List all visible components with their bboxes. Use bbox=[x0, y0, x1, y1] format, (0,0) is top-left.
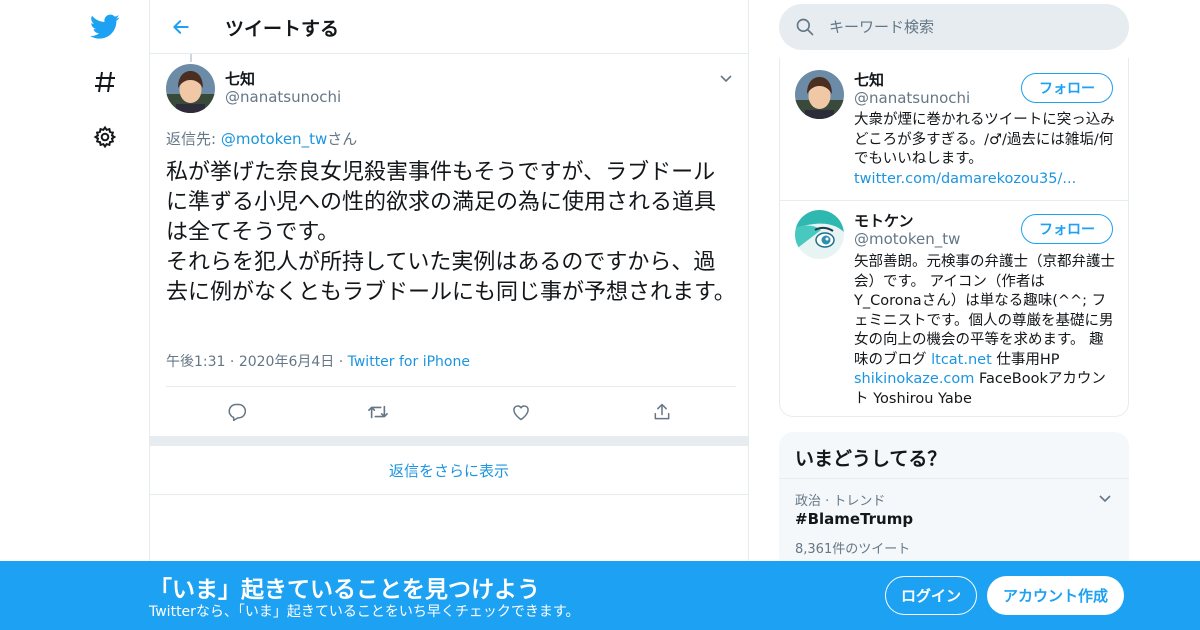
divider bbox=[779, 478, 1129, 479]
user-name[interactable]: モトケン bbox=[854, 210, 914, 231]
user-bio: 矢部善朗。元検事の弁護士（京都弁護士会）です。 アイコン（作者は Y_Coron… bbox=[854, 253, 1116, 409]
retweet-icon[interactable] bbox=[366, 400, 390, 424]
back-arrow-icon[interactable] bbox=[166, 12, 196, 42]
reply-suffix: さん bbox=[327, 130, 358, 148]
user-handle[interactable]: @nanatsunochi bbox=[854, 89, 970, 107]
trends-title: いまどうしてる？ bbox=[795, 448, 947, 470]
login-button[interactable]: ログイン bbox=[885, 576, 977, 615]
reply-icon[interactable] bbox=[225, 400, 249, 424]
tweet-source[interactable]: Twitter for iPhone bbox=[348, 354, 470, 370]
meta-separator: · bbox=[229, 354, 235, 370]
bio-link[interactable]: ltcat.net bbox=[931, 352, 992, 368]
share-icon[interactable] bbox=[650, 400, 674, 424]
trend-category: 政治 · トレンド bbox=[795, 494, 886, 509]
hashtag-icon[interactable] bbox=[85, 62, 125, 102]
search-bar[interactable] bbox=[779, 4, 1129, 50]
search-icon bbox=[795, 17, 815, 37]
divider bbox=[166, 386, 736, 387]
chevron-down-icon[interactable] bbox=[718, 70, 734, 86]
bio-text: 大衆が煙に巻かれるツイートに突っ込みどころが多すぎる。/♂/過去には雑垢/何でも… bbox=[854, 112, 1115, 167]
meta-separator: · bbox=[338, 354, 344, 370]
user-name[interactable]: 七知 bbox=[854, 69, 884, 90]
gear-icon[interactable] bbox=[85, 117, 125, 157]
bio-text: 矢部善朗。元検事の弁護士（京都弁護士会）です。 アイコン（作者は Y_Coron… bbox=[854, 254, 1115, 368]
bio-text: 仕事用HP bbox=[991, 351, 1060, 368]
user-bio: 大衆が煙に巻かれるツイートに突っ込みどころが多すぎる。/♂/過去には雑垢/何でも… bbox=[854, 111, 1116, 189]
main-header: ツイートする bbox=[150, 0, 748, 54]
author-handle[interactable]: @nanatsunochi bbox=[225, 88, 341, 106]
follow-button[interactable]: フォロー bbox=[1021, 73, 1113, 103]
reply-to: 返信先: @motoken_twさん bbox=[166, 128, 357, 149]
reply-to-link[interactable]: @motoken_tw bbox=[221, 130, 327, 148]
main-column: ツイートする 七知 @nanatsunochi 返信先: @motoken_tw… bbox=[149, 0, 749, 630]
tweet-date[interactable]: 2020年6月4日 bbox=[239, 354, 334, 370]
search-input[interactable] bbox=[829, 12, 1109, 42]
chevron-down-icon[interactable] bbox=[1097, 490, 1113, 506]
trend-count: 8,361件のツイート bbox=[795, 542, 911, 557]
banner-headline: 「いま」起きていることを見つけよう bbox=[149, 577, 540, 603]
tweet-meta: 午後1:31 · 2020年6月4日 · Twitter for iPhone bbox=[166, 351, 470, 371]
banner-subtext: Twitterなら、「いま」起きていることをいち早くチェックできます。 bbox=[149, 604, 580, 620]
follow-button[interactable]: フォロー bbox=[1021, 214, 1113, 244]
trend-name[interactable]: #BlameTrump bbox=[795, 510, 913, 528]
avatar[interactable] bbox=[795, 70, 844, 119]
avatar[interactable] bbox=[166, 64, 215, 113]
bio-link[interactable]: shikinokaze.com bbox=[854, 371, 974, 387]
thread-line bbox=[190, 54, 192, 62]
tweet-text: 私が挙げた奈良女児殺害事件もそうですが、ラブドールに準ずる小児への性的欲求の満足… bbox=[166, 160, 736, 305]
bio-link[interactable]: twitter.com/damarekozou35/... bbox=[854, 171, 1076, 187]
user-handle[interactable]: @motoken_tw bbox=[854, 230, 960, 248]
page: ツイートする 七知 @nanatsunochi 返信先: @motoken_tw… bbox=[0, 0, 1200, 630]
tweet-time[interactable]: 午後1:31 bbox=[166, 354, 225, 370]
related-users-card: 七知 @nanatsunochi フォロー 大衆が煙に巻かれるツイートに突っ込み… bbox=[779, 58, 1129, 417]
divider bbox=[780, 200, 1128, 201]
avatar[interactable] bbox=[795, 210, 844, 259]
section-divider bbox=[150, 436, 748, 446]
page-title: ツイートする bbox=[225, 18, 340, 40]
twitter-bird-icon[interactable] bbox=[85, 7, 125, 47]
signup-banner: 「いま」起きていることを見つけよう Twitterなら、「いま」起きていることを… bbox=[0, 561, 1200, 630]
signup-button[interactable]: アカウント作成 bbox=[987, 576, 1124, 615]
reply-prefix: 返信先: bbox=[166, 130, 221, 148]
trends-card: いまどうしてる？ 政治 · トレンド #BlameTrump 8,361件のツイ… bbox=[779, 432, 1129, 572]
show-more-replies[interactable]: 返信をさらに表示 bbox=[150, 446, 748, 495]
author-name[interactable]: 七知 bbox=[225, 68, 255, 89]
like-icon[interactable] bbox=[509, 400, 533, 424]
